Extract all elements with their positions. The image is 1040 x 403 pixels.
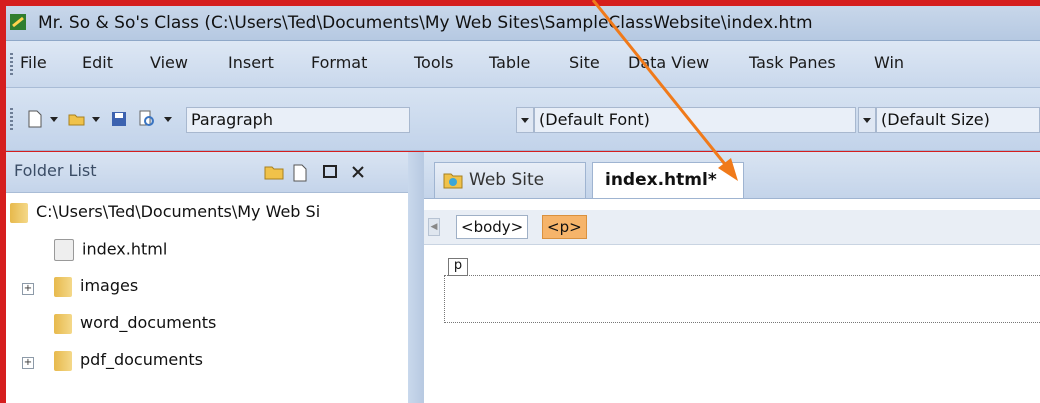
tab-label: Web Site xyxy=(469,170,545,190)
menu-site[interactable]: Site xyxy=(569,53,600,72)
open-dropdown-arrow[interactable] xyxy=(92,117,100,122)
editor-area: Web Site index.html* ◀ <body> <p> p xyxy=(424,152,1040,403)
tab-index-html[interactable]: index.html* xyxy=(592,162,744,198)
menu-grip[interactable] xyxy=(10,53,13,75)
expand-pdf-icon[interactable]: + xyxy=(22,357,34,369)
tree-item-label: index.html xyxy=(82,239,168,259)
tag-p[interactable]: <p> xyxy=(542,215,587,239)
style-combo[interactable]: Paragraph xyxy=(186,107,410,133)
font-dropdown-button[interactable] xyxy=(858,107,876,133)
style-value: Paragraph xyxy=(191,110,273,129)
open-folder-icon[interactable] xyxy=(68,110,86,128)
folder-icon xyxy=(10,202,28,223)
window-title: Mr. So & So's Class (C:\Users\Ted\Docume… xyxy=(38,13,813,33)
tree-item-images[interactable]: images xyxy=(54,276,138,297)
folder-icon xyxy=(54,350,72,371)
panel-splitter[interactable] xyxy=(408,152,424,403)
font-value: (Default Font) xyxy=(539,110,650,129)
new-dropdown-arrow[interactable] xyxy=(50,117,58,122)
folder-icon xyxy=(54,276,72,297)
tree-item-pdf-documents[interactable]: pdf_documents xyxy=(54,350,203,371)
menu-table[interactable]: Table xyxy=(489,53,530,72)
tab-label: index.html* xyxy=(605,170,717,190)
style-dropdown-button[interactable] xyxy=(516,107,534,133)
formatting-toolbar: Paragraph (Default Font) (Default Size) xyxy=(6,88,1040,151)
quick-tag-selector: ◀ <body> <p> xyxy=(424,210,1040,245)
paragraph-block-label: p xyxy=(448,258,468,276)
toolbar-grip[interactable] xyxy=(10,108,13,132)
menu-file[interactable]: File xyxy=(20,53,47,72)
size-combo[interactable]: (Default Size) xyxy=(876,107,1040,133)
tree-item-label: word_documents xyxy=(80,313,217,332)
html-file-icon xyxy=(54,239,74,261)
maximize-icon[interactable] xyxy=(322,164,338,180)
menu-view[interactable]: View xyxy=(150,53,188,72)
app-icon xyxy=(10,14,26,30)
tree-item-index-html[interactable]: index.html xyxy=(54,239,167,261)
document-tabs: Web Site index.html* xyxy=(424,152,1040,199)
save-icon[interactable] xyxy=(110,110,128,128)
tree-root-label: C:\Users\Ted\Documents\My Web Si xyxy=(36,202,321,221)
font-combo[interactable]: (Default Font) xyxy=(534,107,856,133)
title-bar: Mr. So & So's Class (C:\Users\Ted\Docume… xyxy=(6,6,1040,41)
menu-data-view[interactable]: Data View xyxy=(628,53,709,72)
menu-task-panes[interactable]: Task Panes xyxy=(749,53,836,72)
tab-web-site[interactable]: Web Site xyxy=(434,162,586,198)
tree-item-label: images xyxy=(80,276,139,295)
folder-list-header: Folder List xyxy=(6,152,408,193)
folder-list-title: Folder List xyxy=(14,161,97,180)
tree-item-word-documents[interactable]: word_documents xyxy=(54,313,216,334)
new-page-small-icon[interactable] xyxy=(292,164,308,182)
menu-insert[interactable]: Insert xyxy=(228,53,274,72)
menu-edit[interactable]: Edit xyxy=(82,53,113,72)
tag-scroll-left-icon[interactable]: ◀ xyxy=(428,218,440,236)
menu-bar: File Edit View Insert Format Tools Table… xyxy=(6,41,1040,88)
close-icon[interactable] xyxy=(350,164,366,180)
menu-format[interactable]: Format xyxy=(311,53,367,72)
paragraph-block[interactable] xyxy=(444,275,1040,323)
preview-dropdown-arrow[interactable] xyxy=(164,117,172,122)
menu-tools[interactable]: Tools xyxy=(414,53,453,72)
web-site-icon xyxy=(443,173,463,189)
size-value: (Default Size) xyxy=(881,110,990,129)
menu-window[interactable]: Win xyxy=(874,53,904,72)
print-preview-icon[interactable] xyxy=(138,110,156,128)
expand-images-icon[interactable]: + xyxy=(22,283,34,295)
new-folder-icon[interactable] xyxy=(264,164,284,180)
tree-item-label: pdf_documents xyxy=(80,350,204,369)
tag-body[interactable]: <body> xyxy=(456,215,529,239)
new-page-icon[interactable] xyxy=(26,110,44,128)
folder-icon xyxy=(54,313,72,334)
tree-root[interactable]: C:\Users\Ted\Documents\My Web Si xyxy=(10,202,320,223)
folder-list-panel: Folder List C:\Users\Ted\Documents\My We… xyxy=(6,152,408,403)
